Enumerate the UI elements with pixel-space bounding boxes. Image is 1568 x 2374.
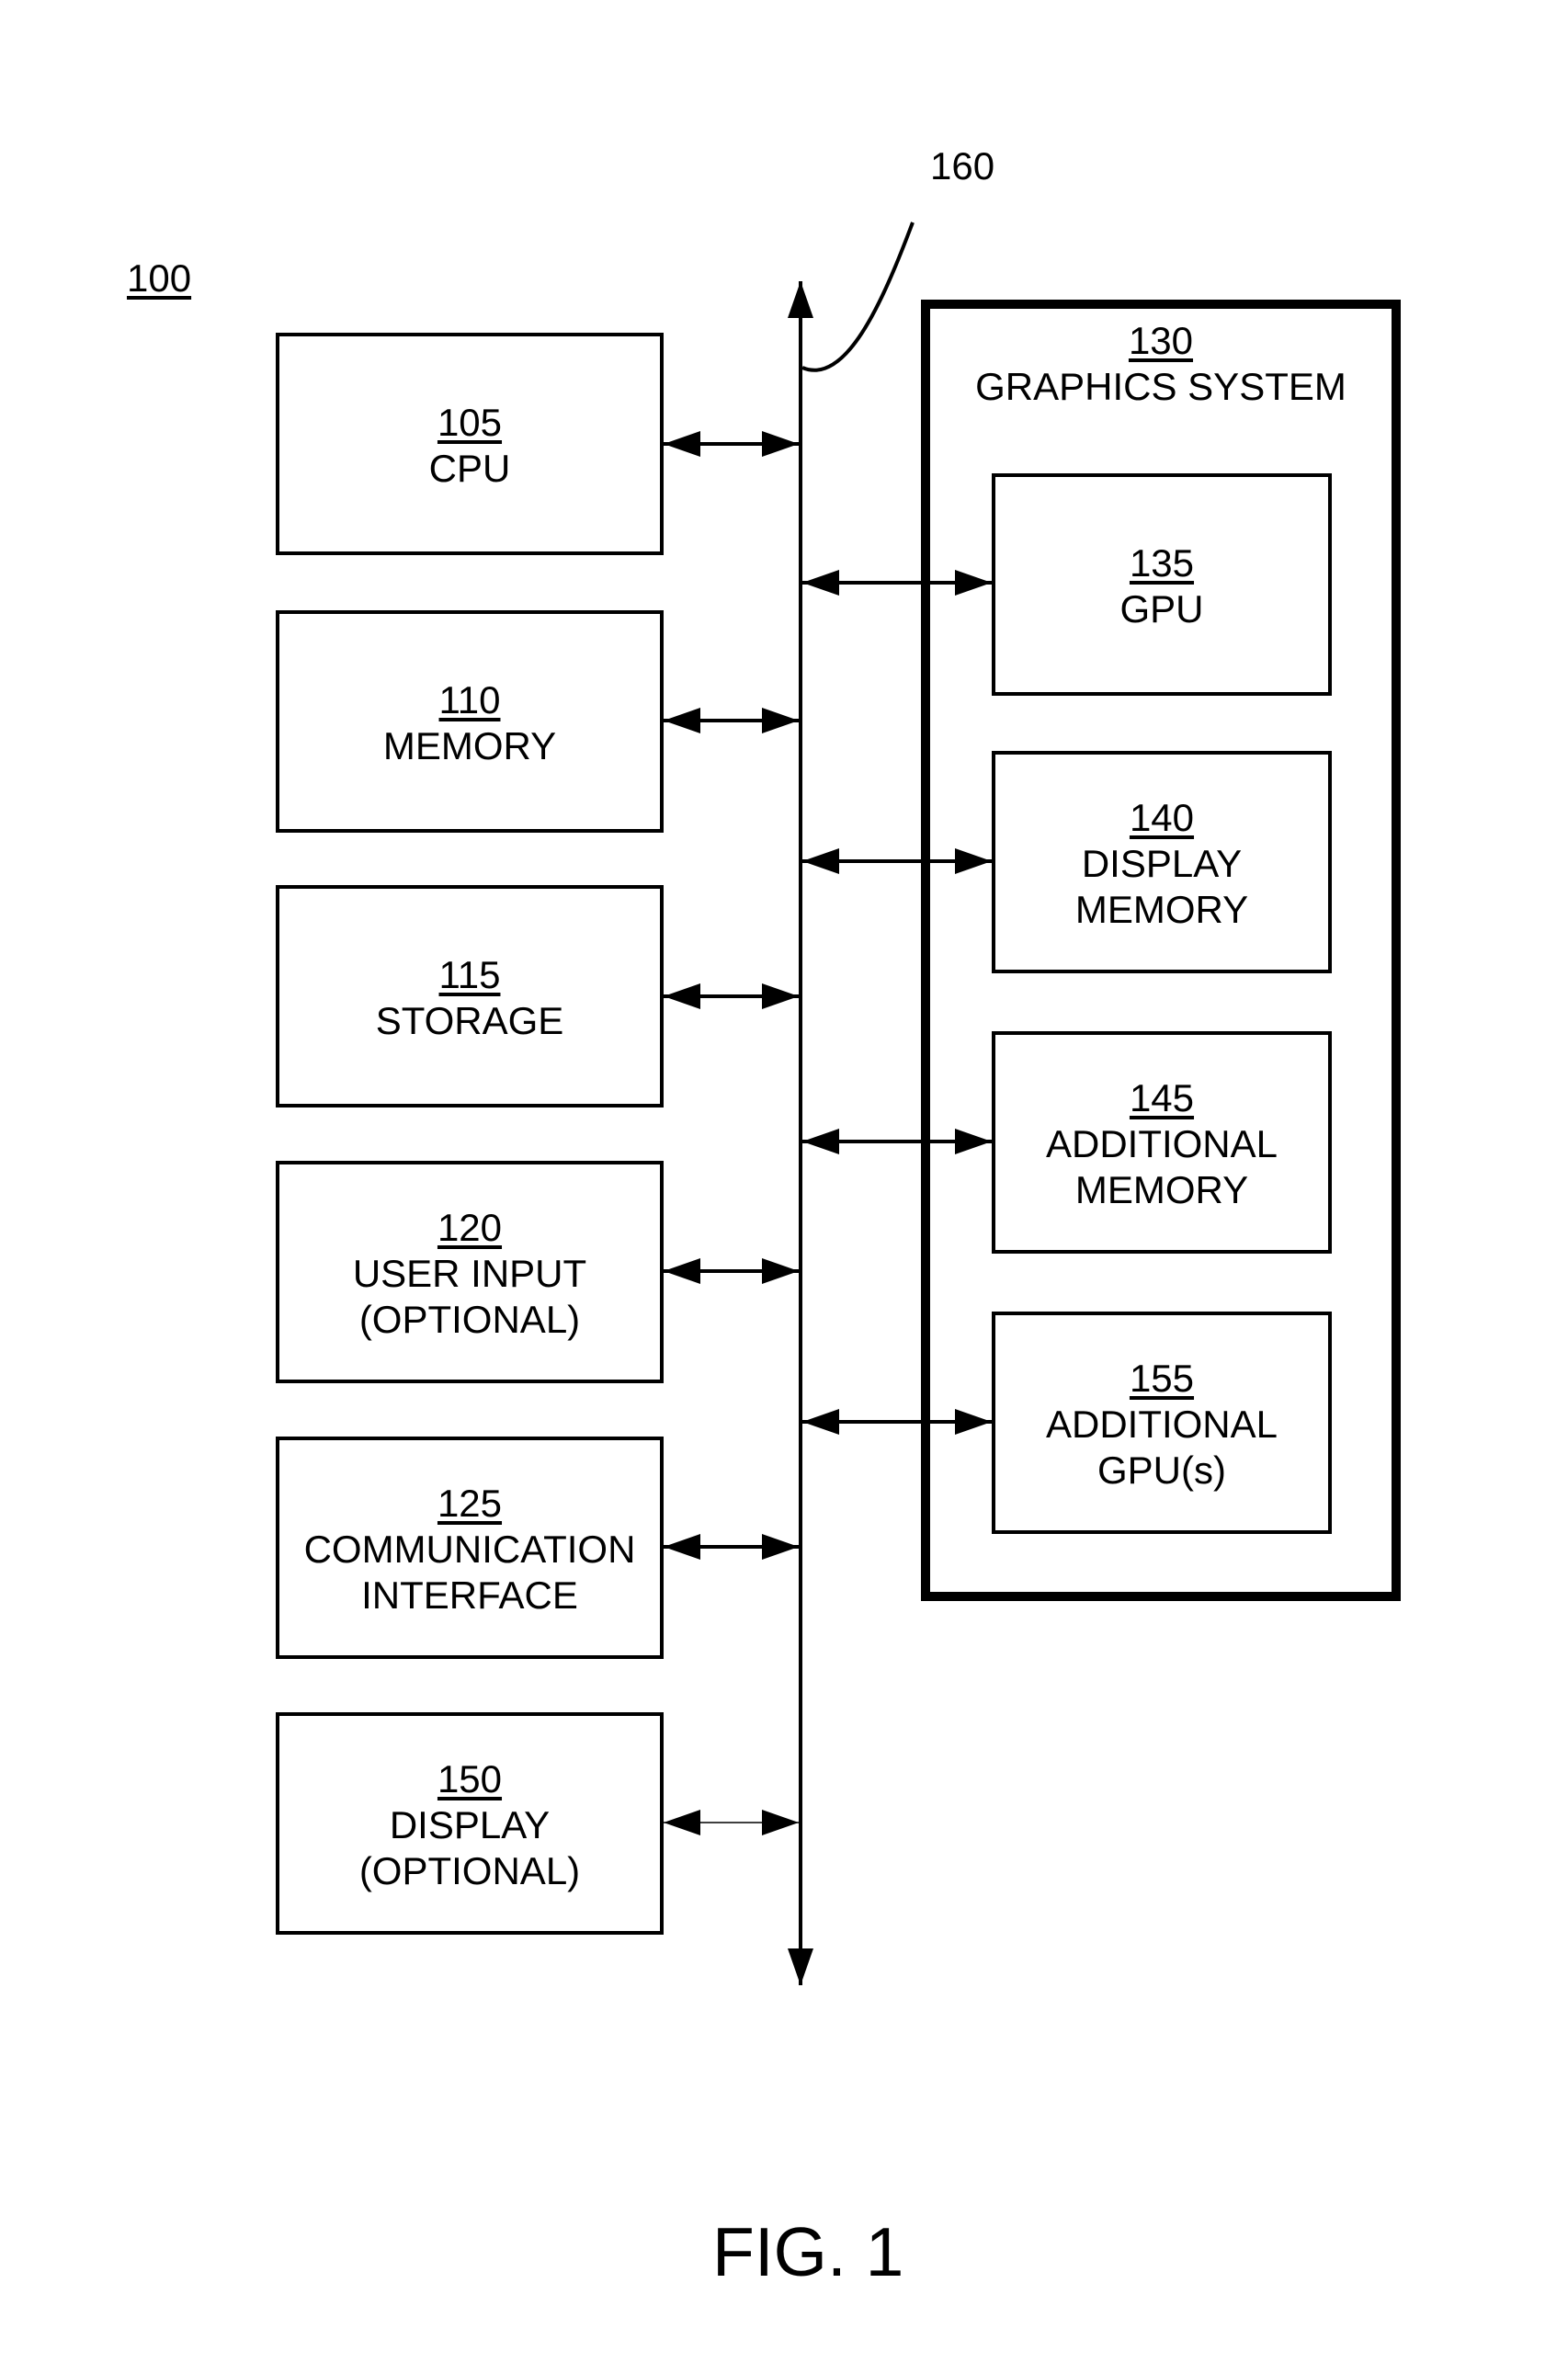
graphics-system-ref: 130	[1128, 319, 1194, 362]
user-input-ref: 120	[437, 1206, 503, 1249]
cpu-block: 105 CPU	[276, 333, 664, 555]
additional-gpus-ref: 155	[1129, 1357, 1195, 1400]
display-ref: 150	[437, 1757, 503, 1800]
communication-interface-label-line1: COMMUNICATION	[303, 1528, 636, 1571]
additional-memory-ref: 145	[1129, 1076, 1195, 1119]
cpu-label: CPU	[428, 447, 511, 490]
memory-block: 110 MEMORY	[276, 610, 664, 833]
storage-label: STORAGE	[375, 999, 564, 1042]
storage-block: 115 STORAGE	[276, 885, 664, 1107]
cpu-ref: 105	[437, 401, 503, 444]
gpu-ref: 135	[1129, 541, 1195, 585]
user-input-block: 120 USER INPUT (OPTIONAL)	[276, 1161, 664, 1383]
additional-gpus-label-line2: GPU(s)	[1096, 1448, 1226, 1492]
additional-memory-label-line1: ADDITIONAL	[1045, 1122, 1278, 1165]
graphics-system-title: GRAPHICS SYSTEM	[975, 365, 1346, 408]
communication-interface-block: 125 COMMUNICATION INTERFACE	[276, 1437, 664, 1659]
graphics-system-header: 130 GRAPHICS SYSTEM	[921, 318, 1401, 410]
additional-memory-label-line2: MEMORY	[1074, 1168, 1249, 1211]
memory-label: MEMORY	[382, 724, 557, 767]
gpu-block: 135 GPU	[992, 473, 1332, 696]
bus-ref-label: 160	[930, 144, 995, 187]
display-memory-ref: 140	[1129, 796, 1195, 839]
display-label-line2: (OPTIONAL)	[358, 1849, 581, 1892]
additional-memory-block: 145 ADDITIONAL MEMORY	[992, 1031, 1332, 1254]
additional-gpus-block: 155 ADDITIONAL GPU(s)	[992, 1312, 1332, 1534]
display-block: 150 DISPLAY (OPTIONAL)	[276, 1712, 664, 1935]
display-label-line1: DISPLAY	[389, 1803, 551, 1846]
user-input-label-line1: USER INPUT	[352, 1252, 587, 1295]
additional-gpus-label-line1: ADDITIONAL	[1045, 1403, 1278, 1446]
system-ref-label: 100	[127, 256, 192, 300]
communication-interface-label-line2: INTERFACE	[361, 1573, 578, 1617]
gpu-label: GPU	[1119, 587, 1204, 630]
bus-leader-line	[801, 221, 915, 372]
storage-ref: 115	[438, 953, 501, 996]
user-input-label-line2: (OPTIONAL)	[358, 1298, 581, 1341]
memory-ref: 110	[438, 678, 501, 721]
display-memory-label-line1: DISPLAY	[1081, 842, 1243, 885]
display-memory-block: 140 DISPLAY MEMORY	[992, 751, 1332, 973]
display-memory-label-line2: MEMORY	[1074, 888, 1249, 931]
figure-caption: FIG. 1	[712, 2213, 904, 2290]
communication-interface-ref: 125	[437, 1482, 503, 1525]
